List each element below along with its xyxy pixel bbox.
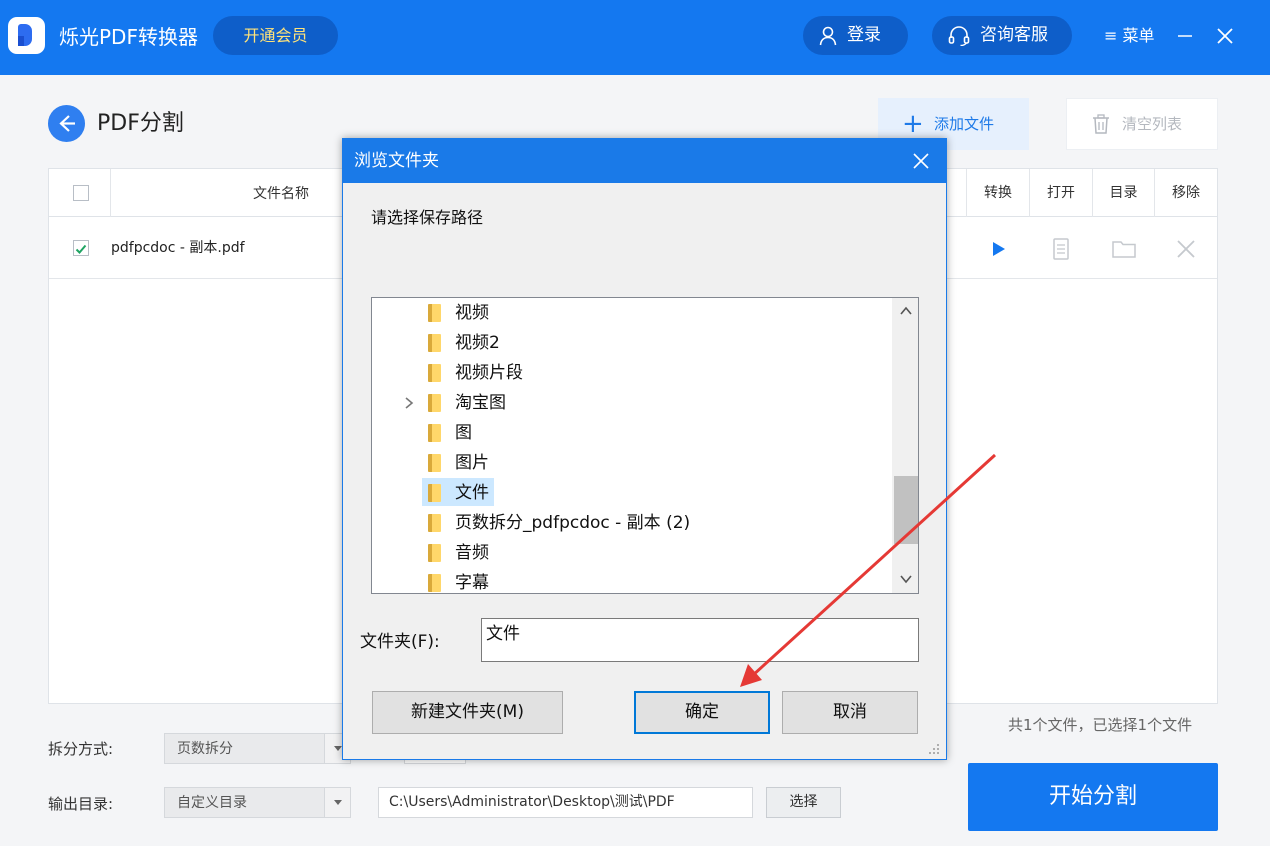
cancel-button[interactable]: 取消 bbox=[782, 691, 918, 734]
play-icon[interactable] bbox=[985, 236, 1011, 262]
clear-list-label: 清空列表 bbox=[1122, 115, 1183, 133]
folder-icon bbox=[428, 454, 441, 472]
folder-icon bbox=[428, 394, 441, 412]
output-dir-select[interactable]: 自定义目录 bbox=[164, 787, 351, 818]
folder-icon bbox=[428, 484, 441, 502]
header-open: 打开 bbox=[1029, 169, 1092, 217]
chevron-up-icon[interactable] bbox=[899, 304, 913, 318]
dialog-title: 浏览文件夹 bbox=[354, 151, 439, 171]
tree-item[interactable]: 页数拆分_pdfpcdoc - 副本 (2) bbox=[425, 508, 885, 534]
tree-item-label: 视频片段 bbox=[455, 363, 523, 383]
dialog-prompt: 请选择保存路径 bbox=[371, 208, 484, 227]
tree-item[interactable]: 字幕 bbox=[425, 568, 885, 593]
chevron-down-icon bbox=[324, 788, 350, 817]
row-file-name: pdfpcdoc - 副本.pdf bbox=[111, 240, 245, 256]
header-remove: 移除 bbox=[1154, 169, 1217, 217]
output-path-input[interactable]: C:\Users\Administrator\Desktop\测试\PDF bbox=[378, 787, 753, 818]
folder-icon[interactable] bbox=[1111, 236, 1137, 262]
tree-item[interactable]: 视频片段 bbox=[425, 358, 885, 384]
app-title: 烁光PDF转换器 bbox=[59, 25, 198, 49]
choose-dir-button[interactable]: 选择 bbox=[766, 787, 841, 818]
folder-icon bbox=[428, 364, 441, 382]
check-icon bbox=[75, 244, 87, 254]
resize-grip-icon[interactable] bbox=[928, 743, 940, 755]
header-file-name: 文件名称 bbox=[253, 186, 309, 202]
tree-item[interactable]: 图片 bbox=[425, 448, 885, 474]
close-icon[interactable] bbox=[1215, 26, 1235, 46]
tree-item-label: 音频 bbox=[455, 543, 489, 563]
output-dir-mode: 自定义目录 bbox=[177, 795, 247, 811]
customer-service-label: 咨询客服 bbox=[980, 25, 1048, 45]
tree-item-label: 字幕 bbox=[455, 573, 489, 593]
file-count-summary: 共1个文件，已选择1个文件 bbox=[1008, 716, 1193, 734]
folder-icon bbox=[428, 334, 441, 352]
folder-icon bbox=[428, 304, 441, 322]
chevron-down-icon[interactable] bbox=[899, 572, 913, 586]
tree-item[interactable]: 视频2 bbox=[425, 328, 885, 354]
title-bar: 烁光PDF转换器 开通会员 登录 咨询客服 ≡ 菜单 bbox=[0, 0, 1270, 75]
tree-item-label: 视频2 bbox=[455, 333, 500, 353]
new-folder-button[interactable]: 新建文件夹(M) bbox=[372, 691, 563, 734]
back-button[interactable] bbox=[48, 105, 85, 142]
split-mode-value: 页数拆分 bbox=[177, 741, 233, 757]
tree-item-label: 视频 bbox=[455, 303, 489, 323]
folder-icon bbox=[428, 574, 441, 592]
select-all-checkbox[interactable] bbox=[73, 185, 89, 201]
tree-scrollbar[interactable] bbox=[892, 298, 918, 593]
tree-item-selected[interactable]: 文件 bbox=[422, 478, 885, 506]
remove-icon[interactable] bbox=[1173, 236, 1199, 262]
folder-icon bbox=[428, 514, 441, 532]
select-all-cell bbox=[49, 169, 111, 217]
back-arrow-icon bbox=[59, 115, 75, 132]
plus-icon: + bbox=[902, 109, 924, 139]
split-mode-label: 拆分方式: bbox=[48, 740, 114, 758]
folder-tree[interactable]: 视频 视频2 视频片段 淘宝图 图 图片 文件 页数拆分_pdfpcdoc - … bbox=[371, 297, 919, 594]
tree-item-label: 图 bbox=[455, 423, 472, 443]
folder-icon bbox=[428, 424, 441, 442]
row-checkbox[interactable] bbox=[73, 240, 89, 256]
dialog-title-bar[interactable]: 浏览文件夹 bbox=[343, 139, 946, 183]
minimize-icon[interactable] bbox=[1176, 24, 1194, 48]
tree-item[interactable]: 图 bbox=[425, 418, 885, 444]
page-title: PDF分割 bbox=[97, 111, 184, 136]
trash-icon bbox=[1093, 114, 1109, 134]
close-icon[interactable] bbox=[912, 152, 930, 170]
browse-folder-dialog: 浏览文件夹 请选择保存路径 视频 视频2 视频片段 淘宝图 图 图片 文件 页数… bbox=[342, 138, 947, 760]
tree-item[interactable]: 音频 bbox=[425, 538, 885, 564]
customer-service-button[interactable]: 咨询客服 bbox=[932, 16, 1072, 55]
folder-field-label: 文件夹(F): bbox=[360, 632, 440, 652]
user-icon bbox=[819, 26, 837, 46]
folder-name-input[interactable]: 文件 bbox=[481, 618, 919, 662]
folder-icon bbox=[428, 544, 441, 562]
menu-button[interactable]: ≡ 菜单 bbox=[1104, 24, 1155, 48]
login-label: 登录 bbox=[847, 25, 881, 45]
document-icon[interactable] bbox=[1048, 236, 1074, 262]
header-convert: 转换 bbox=[966, 169, 1029, 217]
tree-item[interactable]: 视频 bbox=[425, 298, 885, 324]
ok-button[interactable]: 确定 bbox=[634, 691, 770, 734]
headset-icon bbox=[948, 26, 970, 46]
chevron-right-icon[interactable] bbox=[402, 396, 416, 410]
tree-item-label: 淘宝图 bbox=[455, 393, 506, 413]
output-dir-label: 输出目录: bbox=[48, 795, 114, 813]
header-directory: 目录 bbox=[1092, 169, 1154, 217]
login-button[interactable]: 登录 bbox=[803, 16, 908, 55]
scrollbar-thumb[interactable] bbox=[894, 476, 918, 544]
add-file-label: 添加文件 bbox=[934, 115, 995, 133]
clear-list-button[interactable]: 清空列表 bbox=[1066, 98, 1218, 150]
split-mode-select[interactable]: 页数拆分 bbox=[164, 733, 351, 764]
vip-button[interactable]: 开通会员 bbox=[213, 16, 338, 55]
tree-item-label: 图片 bbox=[455, 453, 489, 473]
tree-item-label: 页数拆分_pdfpcdoc - 副本 (2) bbox=[455, 513, 691, 533]
start-split-button[interactable]: 开始分割 bbox=[968, 763, 1218, 831]
tree-item[interactable]: 淘宝图 bbox=[425, 388, 885, 414]
app-logo bbox=[8, 17, 45, 54]
tree-item-label: 文件 bbox=[455, 483, 489, 503]
